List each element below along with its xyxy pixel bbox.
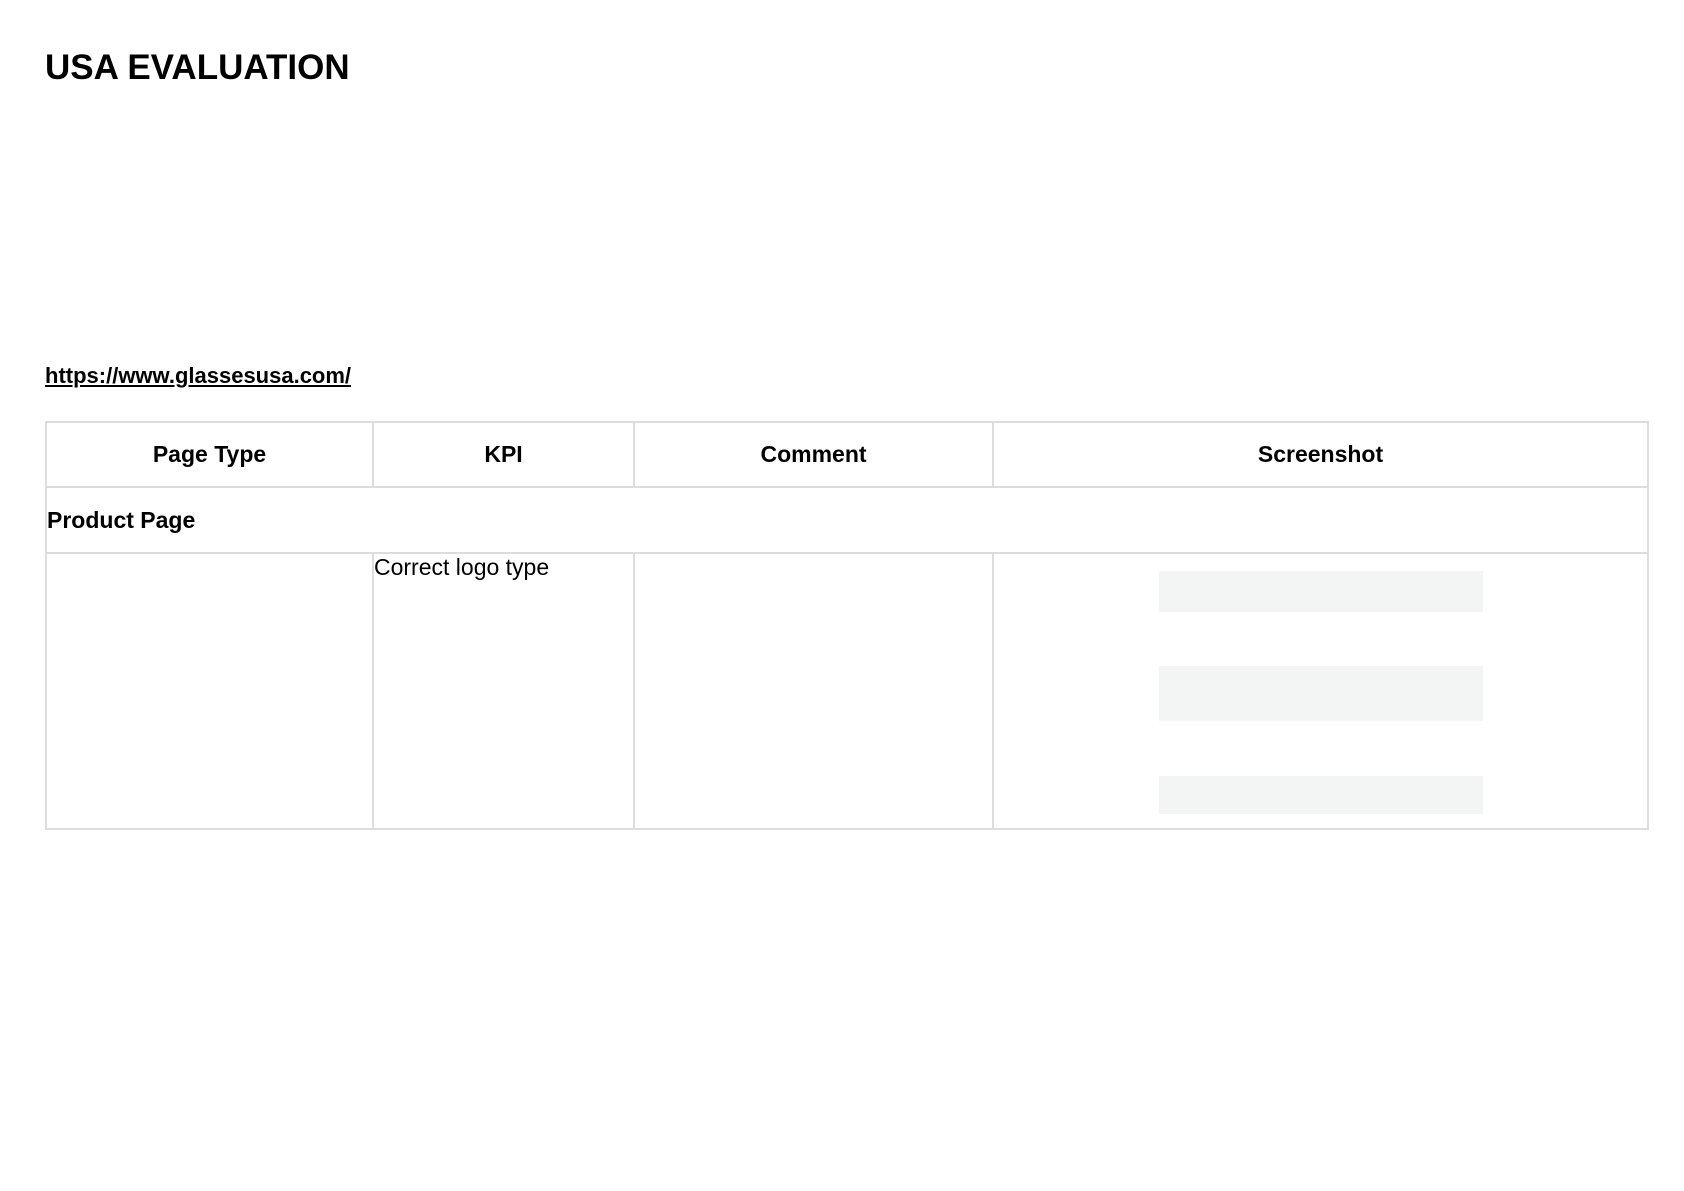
screenshot-image — [994, 554, 1647, 828]
screenshot-placeholder-block — [1159, 776, 1483, 814]
page-title: USA EVALUATION — [45, 48, 350, 87]
screenshot-cell — [992, 552, 1649, 830]
comment-cell — [633, 552, 994, 830]
evaluation-table: Page Type KPI Comment Screenshot Product… — [45, 421, 1649, 830]
page-type-cell — [45, 552, 374, 830]
header-kpi: KPI — [372, 421, 635, 488]
table-header-row: Page Type KPI Comment Screenshot — [45, 421, 1649, 488]
header-page-type: Page Type — [45, 421, 374, 488]
section-label: Product Page — [45, 486, 1649, 554]
site-url-link[interactable]: https://www.glassesusa.com/ — [45, 362, 351, 390]
kpi-cell: Correct logo type — [372, 552, 635, 830]
screenshot-placeholder-block — [1159, 666, 1483, 721]
header-screenshot: Screenshot — [992, 421, 1649, 488]
section-row: Product Page — [45, 486, 1649, 554]
table-row: Correct logo type — [45, 552, 1649, 830]
header-comment: Comment — [633, 421, 994, 488]
screenshot-placeholder-block — [1159, 571, 1483, 612]
